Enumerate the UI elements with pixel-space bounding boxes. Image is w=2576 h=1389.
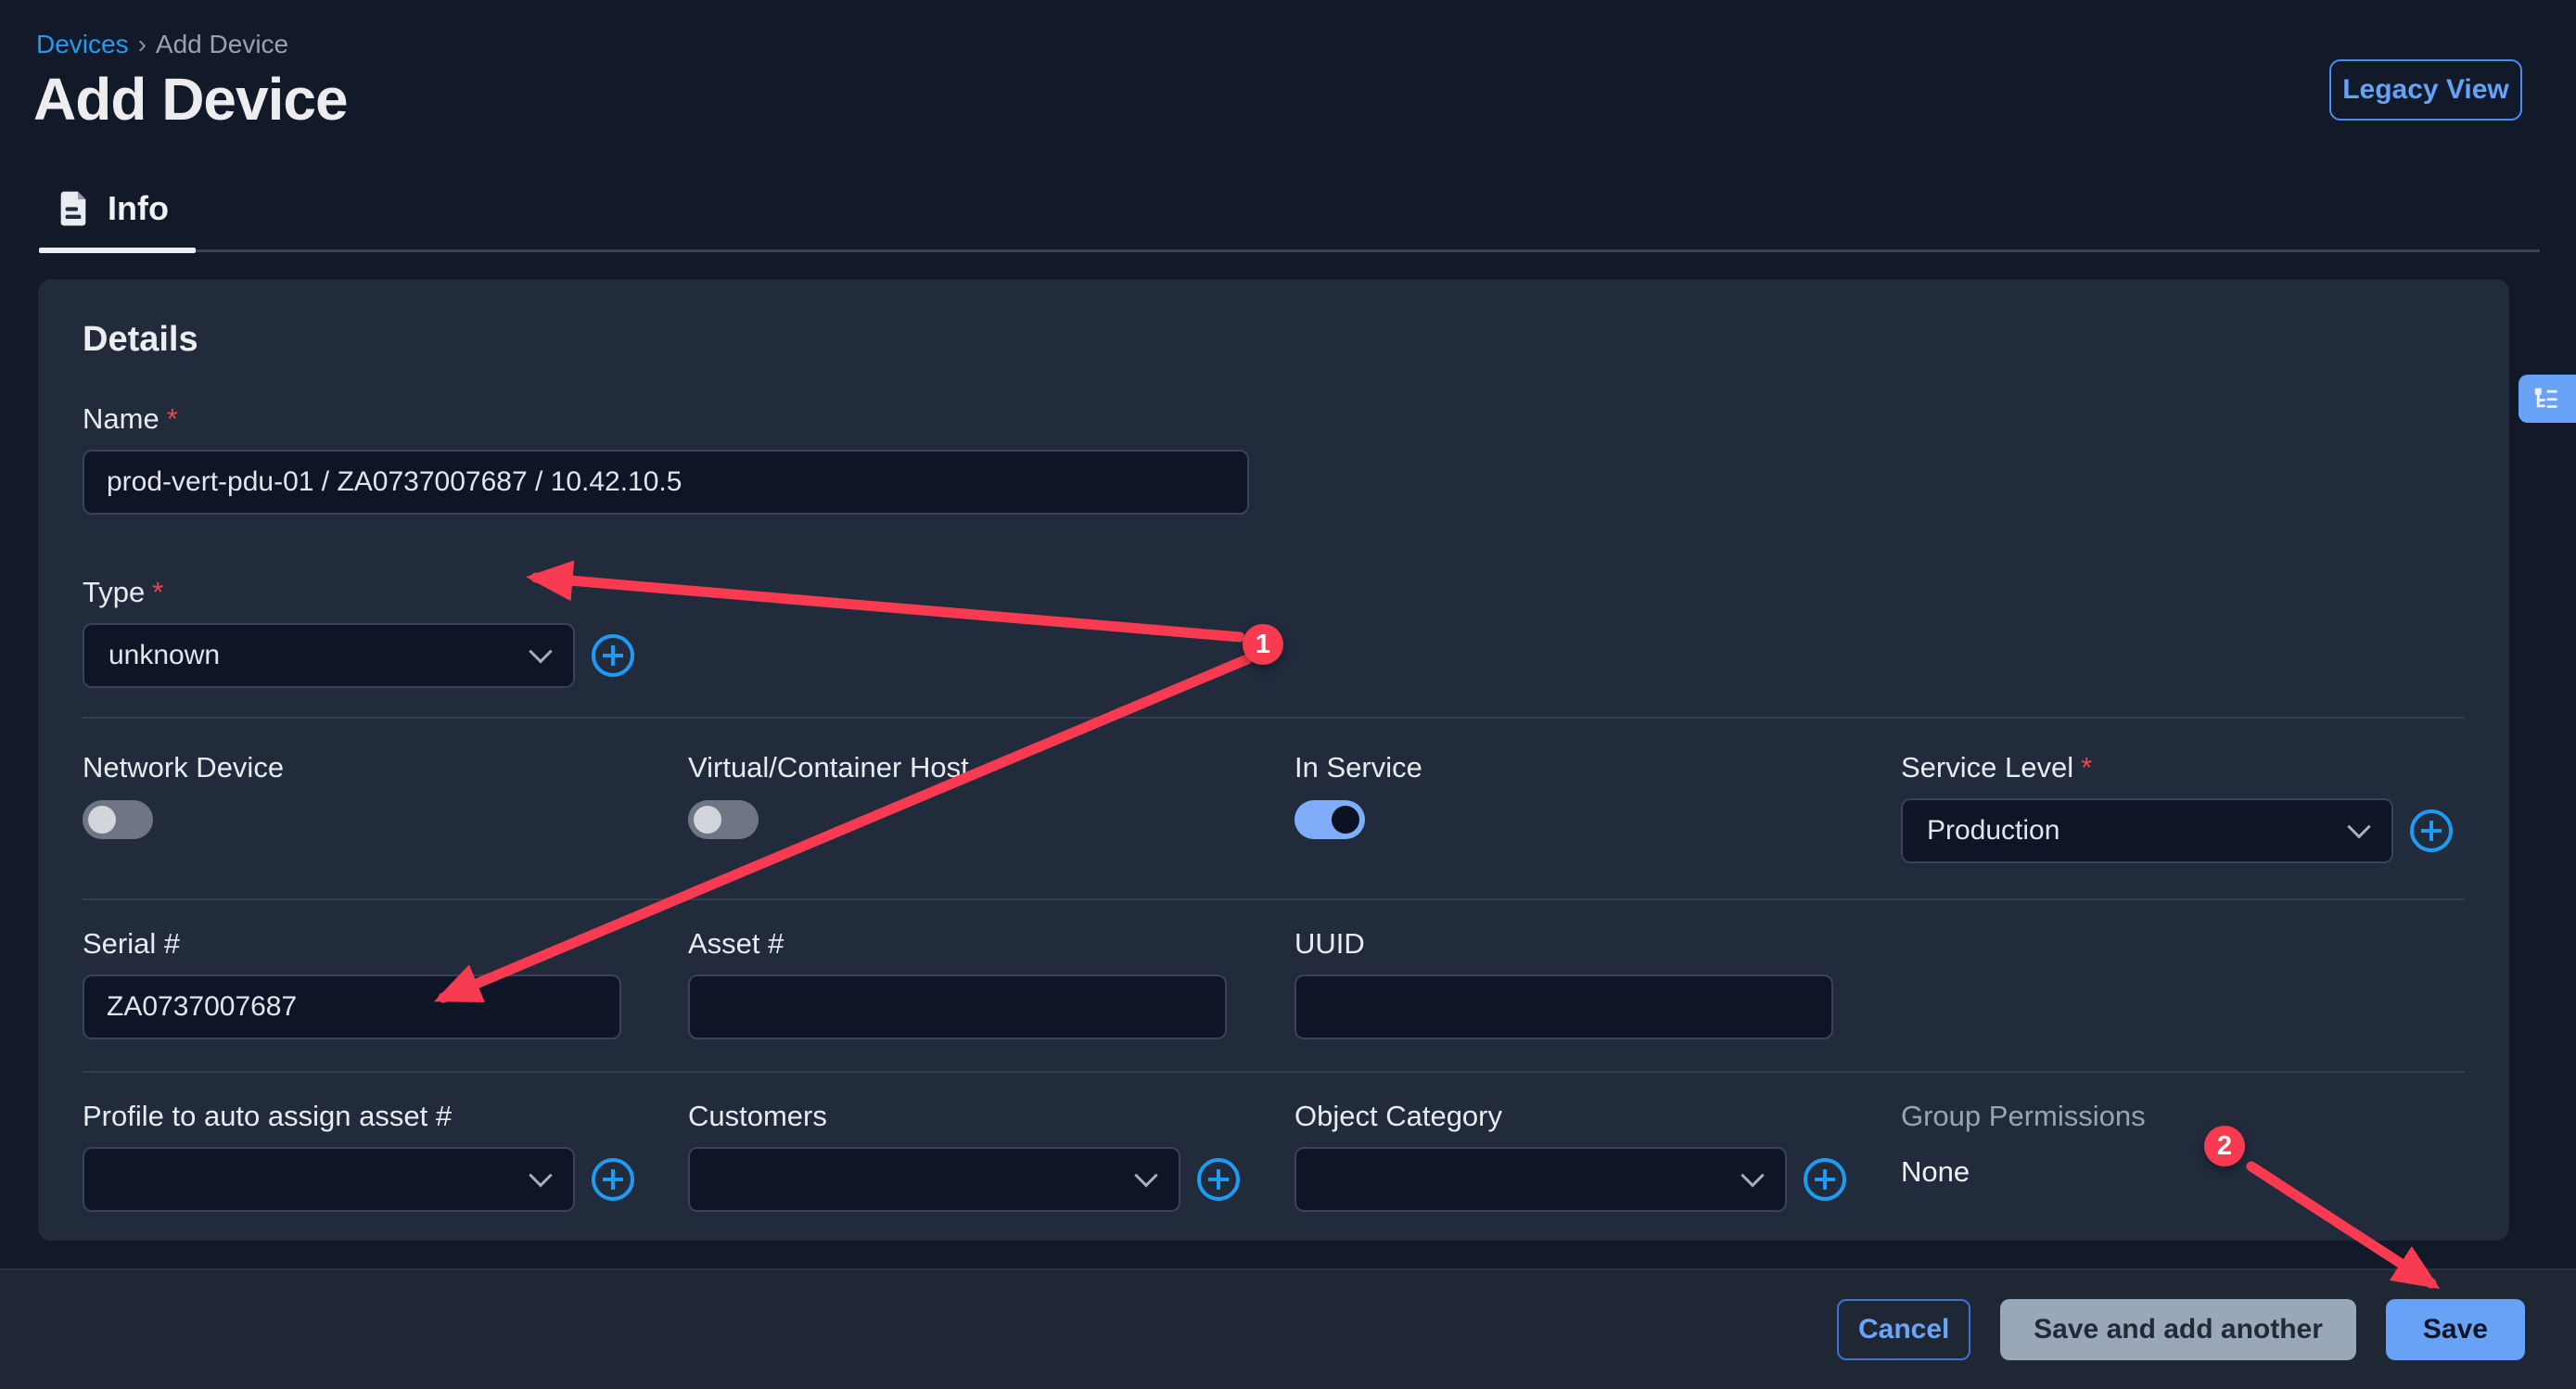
field-type: Type* unknown xyxy=(83,576,634,688)
chevron-down-icon xyxy=(529,1164,552,1187)
breadcrumb: Devices › Add Device xyxy=(36,30,288,59)
footer-action-bar: Cancel Save and add another Save xyxy=(0,1268,2576,1389)
chevron-down-icon xyxy=(529,640,552,663)
required-asterisk: * xyxy=(167,402,178,435)
toggle-knob xyxy=(88,806,116,834)
field-network-device: Network Device xyxy=(83,751,284,839)
serial-label: Serial # xyxy=(83,927,621,961)
field-asset: Asset # xyxy=(688,927,1227,1039)
required-asterisk: * xyxy=(152,576,163,608)
name-input[interactable] xyxy=(83,450,1249,515)
chevron-down-icon xyxy=(1134,1164,1157,1187)
required-asterisk: * xyxy=(2081,751,2092,784)
breadcrumb-current: Add Device xyxy=(156,30,288,58)
active-tab-indicator xyxy=(39,248,196,253)
type-label: Type* xyxy=(83,576,634,609)
field-customers: Customers xyxy=(688,1100,1240,1212)
add-customer-icon[interactable] xyxy=(1197,1158,1240,1201)
serial-input[interactable] xyxy=(83,975,621,1039)
card-heading: Details xyxy=(83,320,198,360)
field-in-service: In Service xyxy=(1294,751,1422,839)
add-profile-icon[interactable] xyxy=(592,1158,634,1201)
add-object-category-icon[interactable] xyxy=(1804,1158,1846,1201)
profile-auto-asset-label: Profile to auto assign asset # xyxy=(83,1100,634,1133)
field-service-level: Service Level* Production xyxy=(1901,751,2453,863)
annotation-badge-2: 2 xyxy=(2204,1126,2245,1166)
service-level-select[interactable]: Production xyxy=(1901,798,2393,863)
save-button[interactable]: Save xyxy=(2386,1299,2525,1360)
object-category-label: Object Category xyxy=(1294,1100,1846,1133)
legacy-view-button[interactable]: Legacy View xyxy=(2329,59,2522,121)
field-group-permissions: Group Permissions None xyxy=(1901,1100,2146,1189)
cancel-button[interactable]: Cancel xyxy=(1837,1299,1970,1360)
field-virtual-container-host: Virtual/Container Host xyxy=(688,751,969,839)
type-select[interactable]: unknown xyxy=(83,623,575,688)
profile-auto-asset-select[interactable] xyxy=(83,1147,575,1212)
add-service-level-icon[interactable] xyxy=(2410,809,2453,852)
tab-info-label: Info xyxy=(108,189,169,228)
document-icon xyxy=(57,190,89,227)
field-uuid: UUID xyxy=(1294,927,1833,1039)
annotation-badge-1: 1 xyxy=(1243,624,1283,665)
uuid-label: UUID xyxy=(1294,927,1833,961)
breadcrumb-separator: › xyxy=(138,30,147,58)
field-name: Name* xyxy=(83,402,1249,515)
group-permissions-label: Group Permissions xyxy=(1901,1100,2146,1133)
virtual-container-host-toggle[interactable] xyxy=(688,800,759,839)
chevron-down-icon xyxy=(2347,815,2370,838)
tab-info[interactable]: Info xyxy=(57,189,169,228)
type-select-value: unknown xyxy=(108,640,220,671)
customers-select[interactable] xyxy=(688,1147,1180,1212)
breadcrumb-devices-link[interactable]: Devices xyxy=(36,30,129,58)
in-service-toggle[interactable] xyxy=(1294,800,1365,839)
group-permissions-value: None xyxy=(1901,1155,2146,1189)
service-level-label: Service Level* xyxy=(1901,751,2453,784)
asset-input[interactable] xyxy=(688,975,1227,1039)
name-label: Name* xyxy=(83,402,1249,436)
tab-track-line xyxy=(196,249,2540,252)
uuid-input[interactable] xyxy=(1294,975,1833,1039)
toggle-knob xyxy=(1332,806,1359,834)
field-serial: Serial # xyxy=(83,927,621,1039)
page-title: Add Device xyxy=(33,65,348,134)
field-profile-auto-asset: Profile to auto assign asset # xyxy=(83,1100,634,1212)
add-type-icon[interactable] xyxy=(592,634,634,677)
in-service-label: In Service xyxy=(1294,751,1422,784)
section-divider xyxy=(83,1071,2465,1073)
chevron-down-icon xyxy=(1741,1164,1764,1187)
customers-label: Customers xyxy=(688,1100,1240,1133)
toggle-knob xyxy=(694,806,721,834)
tree-panel-toggle-button[interactable] xyxy=(2519,375,2576,423)
service-level-select-value: Production xyxy=(1927,815,2060,847)
virtual-container-host-label: Virtual/Container Host xyxy=(688,751,969,784)
network-device-label: Network Device xyxy=(83,751,284,784)
section-divider xyxy=(83,717,2465,719)
section-divider xyxy=(83,898,2465,900)
save-and-add-another-button[interactable]: Save and add another xyxy=(2000,1299,2356,1360)
tree-view-icon xyxy=(2530,383,2561,414)
asset-label: Asset # xyxy=(688,927,1227,961)
network-device-toggle[interactable] xyxy=(83,800,153,839)
field-object-category: Object Category xyxy=(1294,1100,1846,1212)
details-card: Details Name* Type* unknown Network Devi… xyxy=(38,279,2509,1241)
object-category-select[interactable] xyxy=(1294,1147,1787,1212)
tab-bar: Info xyxy=(0,182,2576,256)
